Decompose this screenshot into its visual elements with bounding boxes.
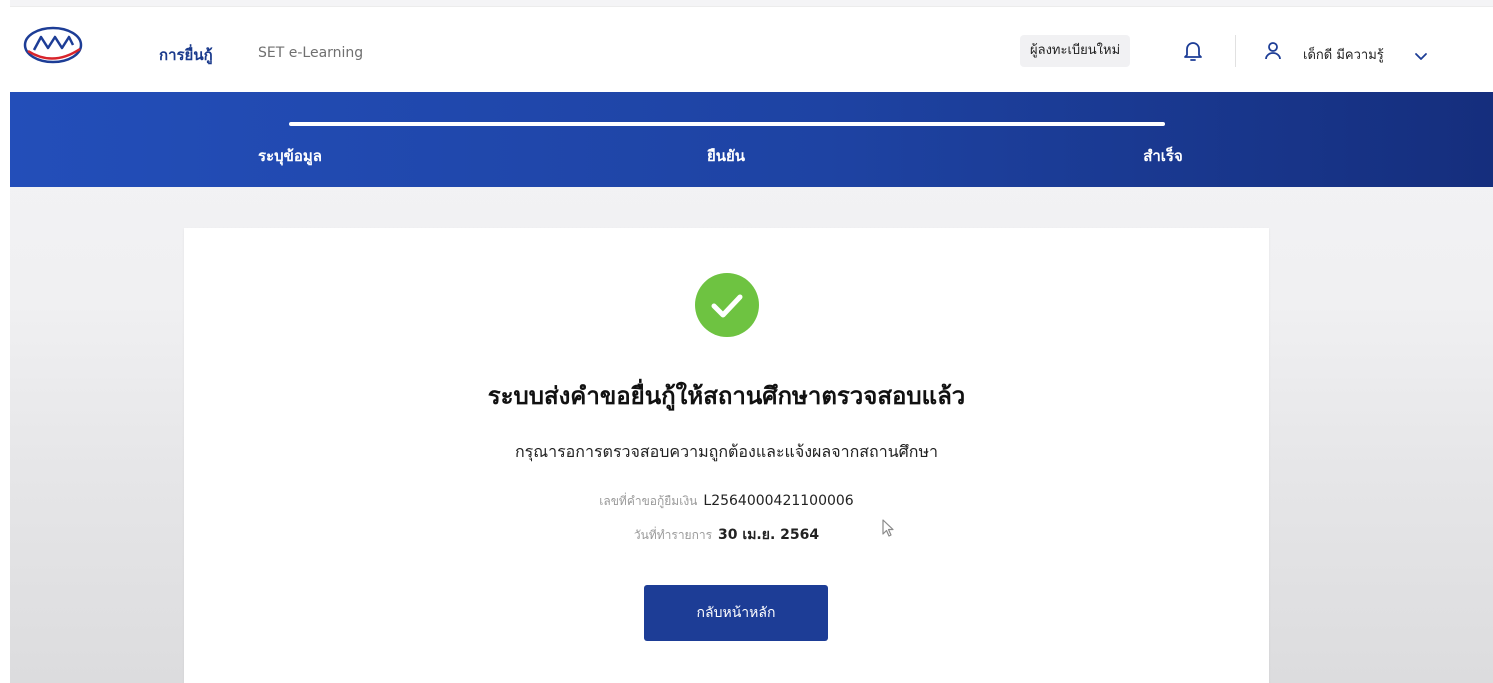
- user-icon: [1264, 41, 1282, 61]
- kor-yor-sor-logo-icon[interactable]: [20, 23, 86, 67]
- transaction-date-row: วันที่ทำรายการ 30 เม.ย. 2564: [184, 524, 1269, 546]
- nav-loan-application[interactable]: การยื่นกู้: [159, 43, 213, 67]
- success-card: ระบบส่งคำขอยื่นกู้ให้สถานศึกษาตรวจสอบแล้…: [184, 228, 1269, 683]
- chevron-down-icon[interactable]: [1414, 47, 1428, 60]
- bell-icon[interactable]: [1182, 39, 1204, 63]
- success-title: ระบบส่งคำขอยื่นกู้ให้สถานศึกษาตรวจสอบแล้…: [487, 382, 966, 410]
- step-enter-info: ระบุข้อมูล: [258, 147, 322, 165]
- progress-stepper: ระบุข้อมูล ยืนยัน สำเร็จ: [10, 92, 1493, 187]
- stepper-progress-line: [289, 122, 1165, 126]
- step-confirm: ยืนยัน: [706, 147, 746, 165]
- user-name[interactable]: เด็กดี มีความรู้: [1303, 44, 1384, 65]
- nav-set-elearning[interactable]: SET e-Learning: [258, 45, 363, 61]
- app-window: การยื่นกู้ SET e-Learning ผู้ลงทะเบียนให…: [10, 0, 1493, 683]
- transaction-date-label: วันที่ทำรายการ: [633, 528, 713, 542]
- request-number-row: เลขที่คำขอกู้ยืมเงิน L2564000421100006: [184, 490, 1269, 511]
- transaction-date-value: 30 เม.ย. 2564: [718, 527, 820, 543]
- top-header: การยื่นกู้ SET e-Learning ผู้ลงทะเบียนให…: [10, 6, 1493, 93]
- request-number-value: L2564000421100006: [703, 493, 854, 509]
- check-circle-icon: [695, 273, 759, 337]
- step-complete: สำเร็จ: [1143, 147, 1183, 165]
- header-divider: [1235, 35, 1236, 67]
- mouse-pointer-icon: [882, 519, 896, 539]
- request-number-label: เลขที่คำขอกู้ยืมเงิน: [599, 494, 698, 508]
- success-subtitle: กรุณารอการตรวจสอบความถูกต้องและแจ้งผลจาก…: [514, 442, 939, 461]
- new-registrant-button[interactable]: ผู้ลงทะเบียนใหม่: [1020, 35, 1131, 67]
- back-to-home-button[interactable]: กลับหน้าหลัก: [644, 585, 828, 641]
